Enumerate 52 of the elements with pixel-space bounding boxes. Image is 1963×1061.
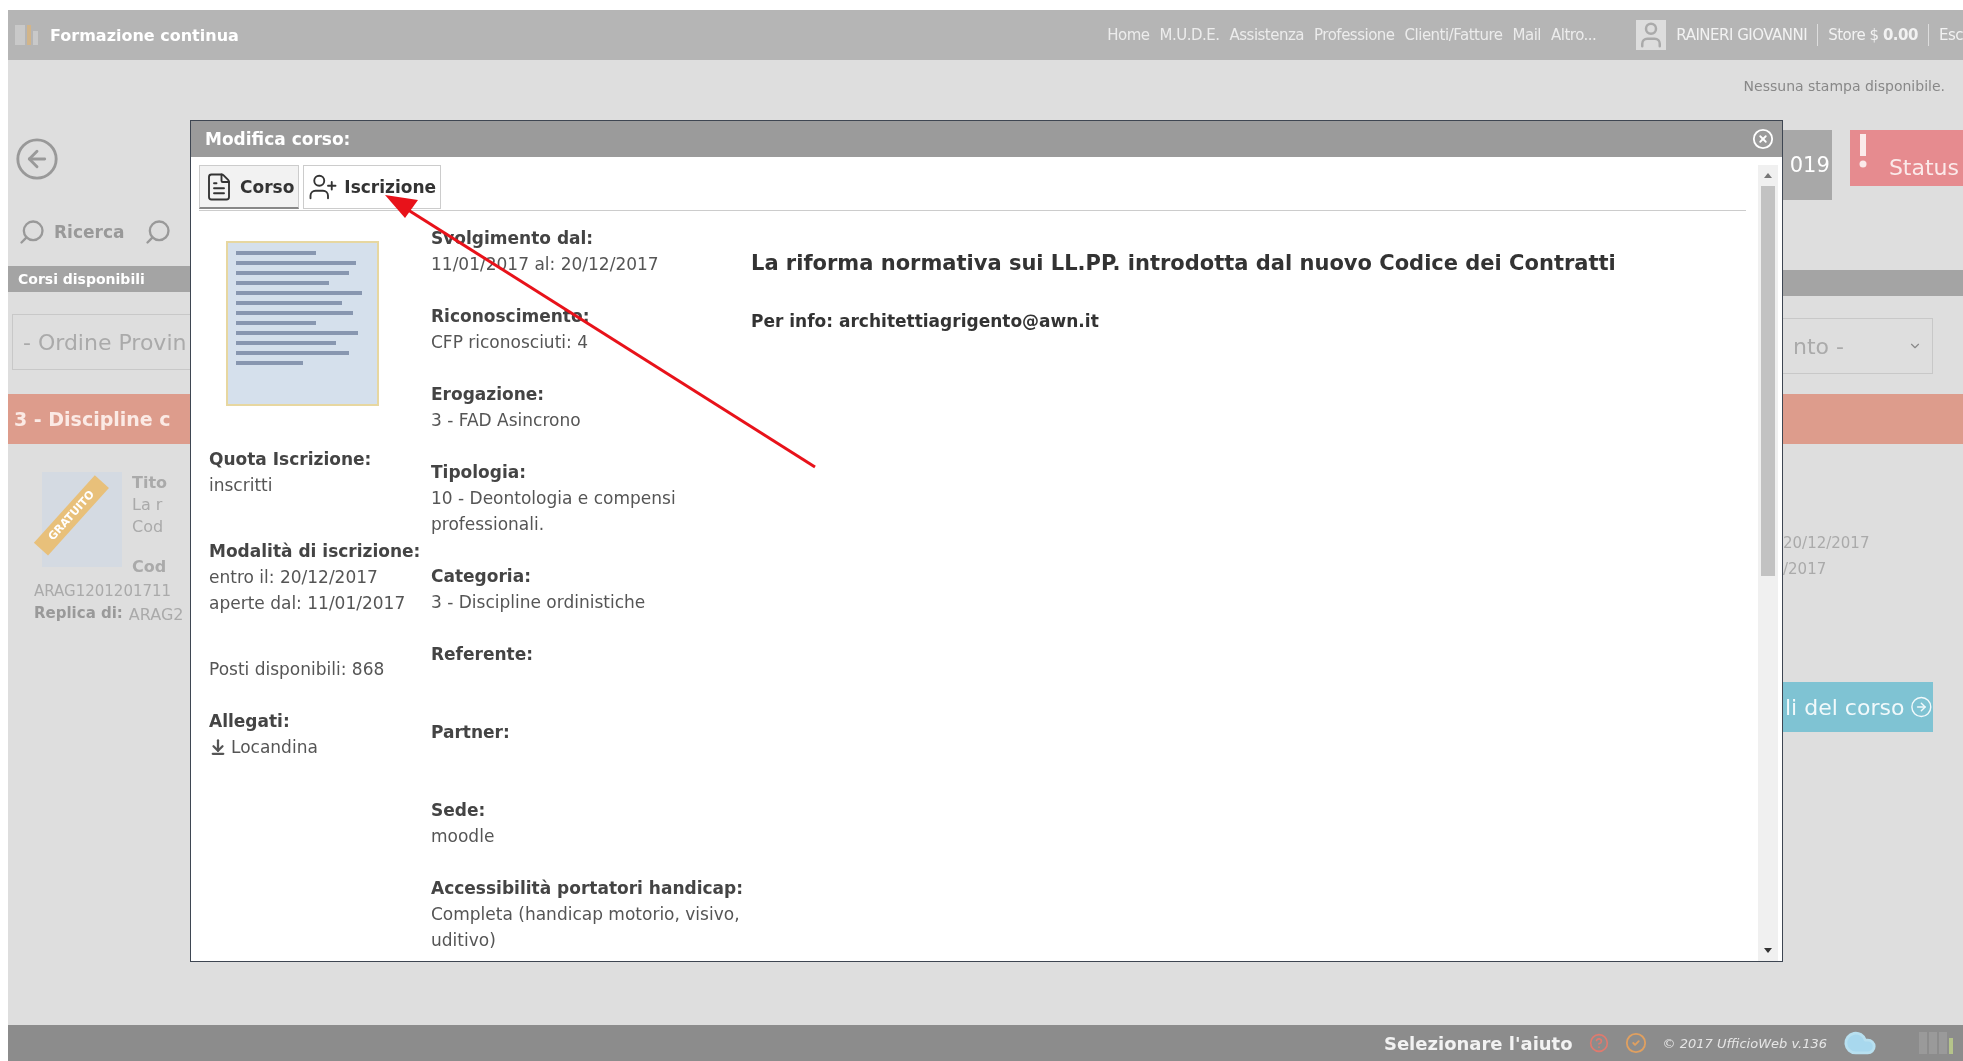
- help-icon: [1588, 1033, 1609, 1053]
- search-icon: [18, 218, 46, 246]
- field-label: Erogazione:: [431, 383, 546, 406]
- tab[interactable]: Iscrizione: [303, 165, 442, 209]
- field-value: inscritti: [209, 474, 274, 497]
- user-add-icon: [308, 172, 339, 202]
- field-label: Tipologia:: [431, 461, 528, 484]
- attachment-link[interactable]: Locandina: [209, 734, 431, 760]
- field-label: Referente:: [431, 643, 535, 666]
- field-label: Modalità di iscrizione:: [209, 540, 422, 563]
- field-value: 10 - Deontologia e compensi professionali.: [431, 487, 677, 536]
- check-icon: [1624, 1032, 1647, 1054]
- download-icon: [209, 738, 227, 756]
- field-value: aperte dal: 11/01/2017: [209, 592, 407, 615]
- store-balance[interactable]: Store $ 0.00: [1828, 26, 1918, 44]
- field-label: Allegati:: [209, 710, 291, 733]
- magnifier-icon: [144, 218, 173, 246]
- copyright-text: © 2017 UfficioWeb v.136: [1662, 1035, 1827, 1051]
- status-button[interactable]: Status: [1849, 130, 1963, 186]
- field-label: Quota Iscrizione:: [209, 448, 373, 471]
- close-button[interactable]: [1752, 128, 1774, 150]
- field-label: Sede:: [431, 799, 487, 822]
- year-text: 019: [1789, 153, 1831, 177]
- print-notice: Nessuna stampa disponibile.: [1743, 78, 1945, 94]
- app-title: Formazione continua: [50, 25, 239, 45]
- exit-link[interactable]: Esc: [1938, 26, 1963, 44]
- field-value: moodle: [431, 825, 496, 848]
- logo-icon: [14, 23, 40, 47]
- course-details-button[interactable]: li del corso: [1783, 682, 1933, 732]
- tab[interactable]: Corso: [199, 165, 300, 209]
- field-value: Posti disponibili: 868: [209, 658, 386, 681]
- field-value: 3 - FAD Asincrono: [431, 409, 582, 432]
- field-label: Accessibilità portatori handicap:: [431, 877, 745, 900]
- field-value: Completa (handicap motorio, visivo, uditivo): [431, 903, 741, 952]
- help-text: Selezionare l'aiuto: [1383, 1032, 1573, 1054]
- dialog-title: Modifica corso:: [205, 129, 351, 149]
- course-title: La riforma normativa sui LL.PP. introdotta dal nuovo Codice dei Contratti: [751, 251, 1617, 275]
- section-title: Corsi disponibili: [18, 271, 145, 287]
- field-value: 3 - Discipline ordinistiche: [431, 591, 647, 614]
- logo-icon: [1919, 1030, 1953, 1056]
- category-title: 3 - Discipline c: [14, 408, 171, 430]
- scrollbar[interactable]: [1758, 165, 1778, 961]
- search-link[interactable]: Ricerca: [54, 222, 125, 242]
- replica-label: Replica di:: [34, 604, 123, 624]
- field-label: Partner:: [431, 721, 511, 744]
- exclamation-icon: [1857, 134, 1868, 170]
- user-name[interactable]: RAINERI GIOVANNI: [1676, 26, 1808, 44]
- contact-info: Per info: architettiagrigento@awn.it: [751, 311, 1100, 331]
- field-value: entro il: 20/12/2017: [209, 566, 379, 589]
- field-value: CFP riconosciuti: 4: [431, 331, 589, 354]
- user-icon: [1636, 20, 1667, 50]
- field-label: Categoria:: [431, 565, 532, 588]
